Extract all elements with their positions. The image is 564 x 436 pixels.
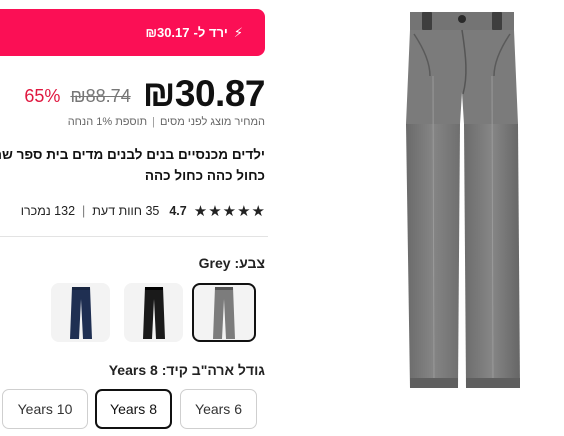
navy-trousers-thumbnail [69,286,92,339]
divider [0,236,268,237]
color-label: צבע: Grey [199,255,265,271]
extra-discount-text: תוספת 1% הנחה [67,116,148,128]
color-swatch-black[interactable] [124,283,183,342]
product-title: ילדים מכנסיים בנים לבנים מדים בית ספר שח… [0,147,265,183]
original-price: ₪88.74 [70,86,131,106]
star-rating: ★ ★ ★ ★ ★ [193,204,265,219]
size-option-years-10[interactable]: Years 10 [2,389,88,429]
black-trousers-thumbnail [142,286,165,339]
price-row: ₪30.87 ₪88.74 65% [24,70,265,114]
color-swatch-navy[interactable] [51,283,110,342]
flash-price-banner[interactable]: ⚡ ירד ל- ₪30.17 [0,9,265,56]
star-icon: ★ [193,202,208,220]
separator: | [152,116,155,128]
product-info-panel: ⚡ ירד ל- ₪30.17 ₪30.87 ₪88.74 65% המחיר … [0,0,268,436]
star-icon: ★ [237,202,251,220]
tax-note-text: המחיר מוצג לפני מסים [159,116,265,128]
flash-banner-label: ירד ל- [193,25,228,40]
product-image-trousers[interactable] [400,6,524,392]
rating-row[interactable]: ★ ★ ★ ★ ★ 4.7 35 חוות דעת | 132 נמכרו [21,201,265,221]
size-label-text: גודל ארה"ב קיד: [161,362,265,378]
color-swatches [0,283,268,343]
color-label-text: צבע: [234,255,265,271]
tax-note: המחיר מוצג לפני מסים | תוספת 1% הנחה [68,116,265,128]
size-label: גודל ארה"ב קיד: Years 8 [109,362,265,378]
flash-banner-price: ₪30.17 [145,25,190,40]
selected-color: Grey [198,255,231,271]
star-icon: ★ [251,202,265,220]
selected-size: Years 8 [108,362,158,378]
size-option-years-8[interactable]: Years 8 [95,389,172,429]
sold-count: 132 נמכרו [20,204,76,218]
review-count[interactable]: 35 חוות דעת [92,204,159,218]
current-price: ₪30.87 [142,73,266,114]
separator: | [82,204,86,218]
star-icon: ★ [222,202,237,220]
star-icon: ★ [208,202,222,220]
grey-trousers-thumbnail [213,286,235,339]
size-option-years-6[interactable]: Years 6 [180,389,257,429]
color-swatch-grey[interactable] [192,283,256,342]
rating-value: 4.7 [169,204,187,218]
discount-percent: 65% [24,86,61,106]
lightning-bolt-icon: ⚡ [233,24,243,40]
